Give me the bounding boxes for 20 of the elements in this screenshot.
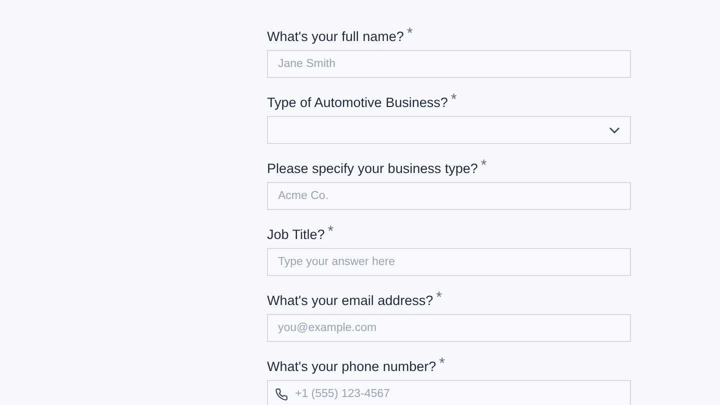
phone-field[interactable]: +1 (555) 123-4567 — [267, 380, 631, 405]
input-field[interactable]: Acme Co. — [267, 182, 631, 210]
field-label: What's your email address? — [267, 292, 434, 310]
required-mark: * — [406, 28, 413, 40]
input-field[interactable]: Type your answer here — [267, 248, 631, 276]
input-field[interactable]: Jane Smith — [267, 50, 631, 78]
required-mark: * — [436, 292, 442, 304]
field-label: Type of Automotive Business? — [267, 94, 448, 112]
input-field[interactable]: you@example.com — [267, 314, 631, 342]
field-label: What's your phone number? — [267, 358, 436, 376]
field-label: Please specify your business type? — [267, 160, 478, 178]
phone-icon — [275, 388, 288, 401]
field-label: What's your full name? — [267, 28, 404, 46]
field-label: Job Title? — [267, 226, 325, 244]
required-mark: * — [439, 358, 446, 370]
required-mark: * — [450, 94, 457, 106]
required-mark: * — [480, 160, 487, 172]
chevron-down-icon — [609, 126, 620, 134]
required-mark: * — [328, 226, 334, 238]
dropdown-field[interactable] — [267, 116, 631, 144]
